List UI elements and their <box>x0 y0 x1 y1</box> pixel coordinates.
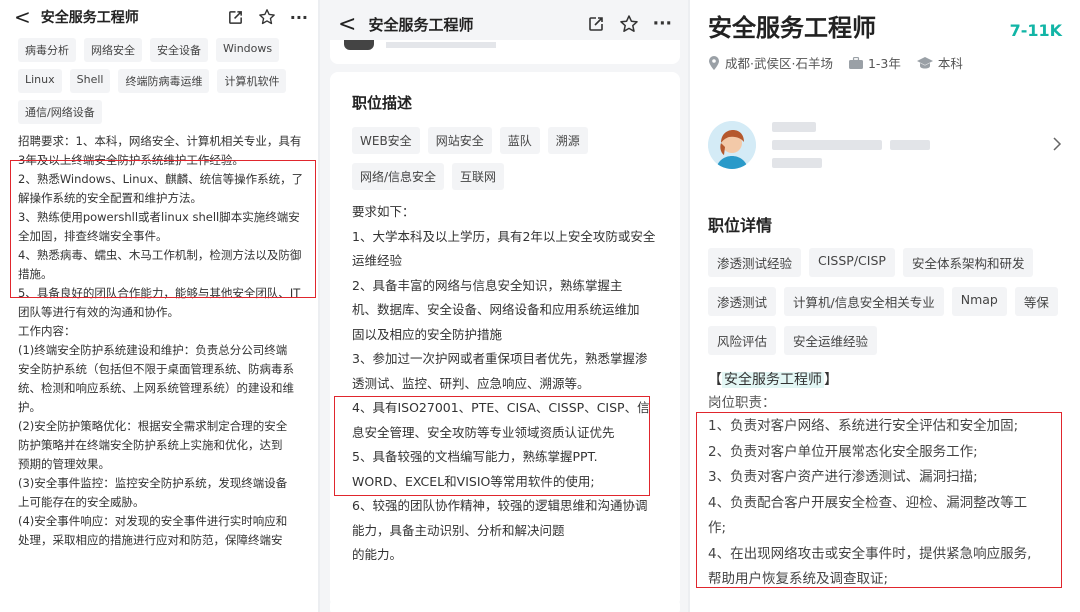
role-heading: 【安全服务工程师】 <box>708 369 1062 389</box>
tag: Linux <box>18 69 62 93</box>
location: 成都·武侯区·石羊场 <box>725 56 833 71</box>
bracket: 】 <box>824 372 838 388</box>
tag: 病毒分析 <box>18 38 76 62</box>
skill-tags: WEB安全 网站安全 蓝队 溯源 网络/信息安全 互联网 <box>352 127 666 190</box>
avatar <box>708 121 756 169</box>
next-card <box>330 597 680 612</box>
job-description-card: 职位描述 WEB安全 网站安全 蓝队 溯源 网络/信息安全 互联网 要求如下： … <box>330 72 680 607</box>
middle-job-panel: < 安全服务工程师 ··· 职位描述 WEB安全 网站安全 蓝队 溯源 网络/信… <box>320 0 690 612</box>
tag: 网络/信息安全 <box>352 163 445 190</box>
skill-tags: 病毒分析 网络安全 安全设备 Windows Linux Shell 终端防病毒… <box>0 34 320 124</box>
duty-label: 岗位职责： <box>708 395 776 411</box>
graduation-cap-icon <box>916 56 933 68</box>
salary: 7-11K <box>1009 21 1062 40</box>
tag: 溯源 <box>547 127 588 154</box>
page-title: 安全服务工程师 <box>40 10 139 26</box>
right-job-panel: 安全服务工程师 7-11K 成都·武侯区·石羊场 1-3年 本科 职位详情 渗透… <box>690 0 1080 612</box>
location-icon <box>709 55 719 70</box>
share-icon[interactable] <box>227 9 244 26</box>
tag: 安全运维经验 <box>784 326 878 355</box>
tag: WEB安全 <box>352 127 420 154</box>
tag: 互联网 <box>452 163 505 190</box>
more-icon[interactable]: ··· <box>290 8 308 27</box>
section-title: 职位描述 <box>352 94 413 112</box>
tag: CISSP/CISP <box>809 248 895 277</box>
blurred-text <box>386 42 496 48</box>
tag: 通信/网络设备 <box>18 100 102 124</box>
top-bar: < 安全服务工程师 ··· <box>0 0 320 34</box>
more-icon[interactable]: ··· <box>653 14 672 34</box>
tag: Shell <box>69 69 111 93</box>
tag: 计算机软件 <box>217 69 287 93</box>
recruiter-info-blurred <box>772 122 930 168</box>
recruiter-row[interactable] <box>708 110 1062 180</box>
job-requirements-text: 要求如下： 1、大学本科及以上学历，具有2年以上安全攻防或安全 运维经验 2、具… <box>352 204 656 562</box>
job-requirements-text: 招聘要求：1、本科，网络安全、计算机相关专业，具有 3年及以上终端安全防护系统维… <box>18 134 304 547</box>
skill-tags: 渗透测试经验 CISSP/CISP 安全体系架构和研发 渗透测试 计算机/信息安… <box>708 248 1062 355</box>
job-meta: 成都·武侯区·石羊场 1-3年 本科 <box>708 53 1062 72</box>
bracket: 【 <box>708 372 722 388</box>
tag: 渗透测试 <box>708 287 777 316</box>
tag: Nmap <box>951 287 1007 316</box>
tag: 安全体系架构和研发 <box>902 248 1034 277</box>
tag: 等保 <box>1014 287 1058 316</box>
tag: Windows <box>216 38 280 62</box>
education: 本科 <box>937 56 963 71</box>
chevron-right-icon[interactable] <box>1052 136 1062 155</box>
tag: 风险评估 <box>708 326 777 355</box>
star-icon[interactable] <box>619 14 639 34</box>
tag: 安全设备 <box>150 38 208 62</box>
back-button[interactable]: < <box>14 5 31 29</box>
briefcase-icon <box>848 56 863 69</box>
job-title: 安全服务工程师 <box>708 14 876 42</box>
role-name: 安全服务工程师 <box>722 372 824 388</box>
back-button[interactable]: < <box>338 12 356 37</box>
tag: 终端防病毒运维 <box>118 69 210 93</box>
tag: 蓝队 <box>499 127 540 154</box>
left-job-panel: < 安全服务工程师 ··· 病毒分析 网络安全 安全设备 Windows Lin… <box>0 0 320 612</box>
tag: 网站安全 <box>427 127 492 154</box>
experience: 1-3年 <box>867 56 901 71</box>
page-title: 安全服务工程师 <box>368 15 474 34</box>
company-card <box>330 40 680 64</box>
job-duties-text: 1、负责对客户网络、系统进行安全评估和安全加固; 2、负责对客户单位开展常态化安… <box>708 418 1032 587</box>
star-icon[interactable] <box>258 8 276 26</box>
section-title: 职位详情 <box>708 216 773 235</box>
tag: 渗透测试经验 <box>708 248 802 277</box>
company-logo <box>344 40 374 50</box>
tag: 计算机/信息安全相关专业 <box>784 287 944 316</box>
share-icon[interactable] <box>587 15 605 33</box>
tag: 网络安全 <box>84 38 142 62</box>
